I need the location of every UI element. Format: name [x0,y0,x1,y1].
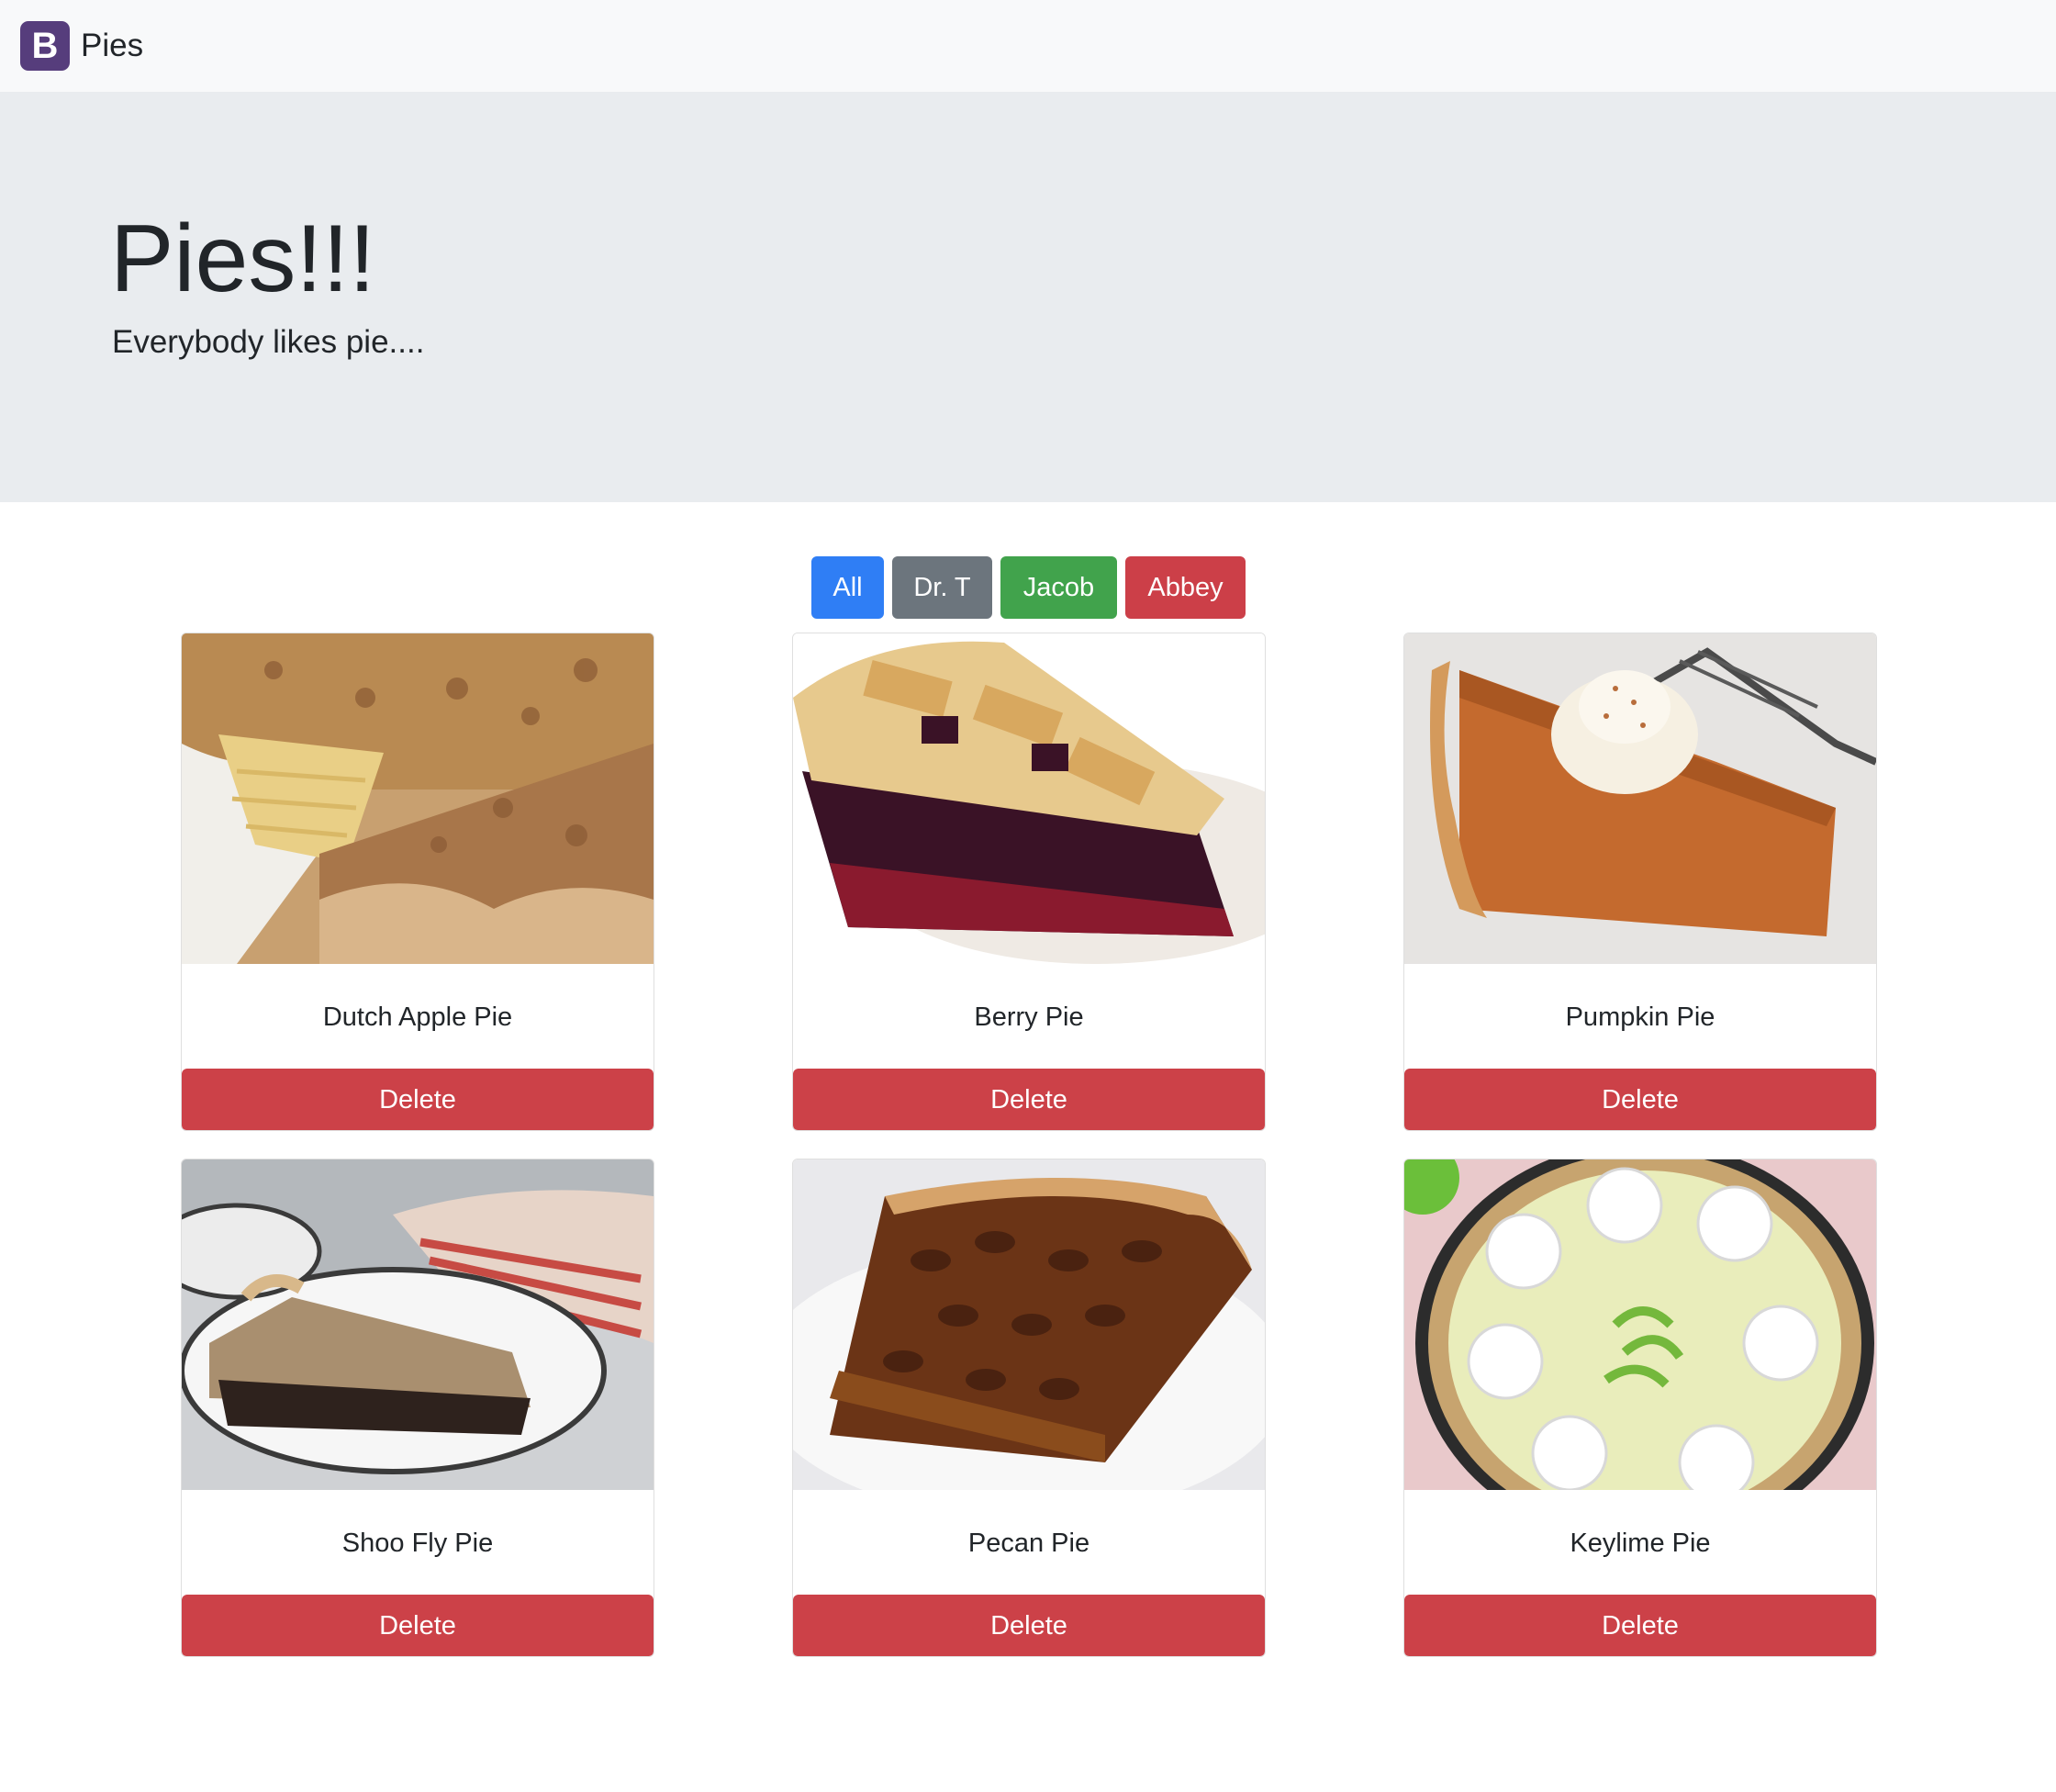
pie-card: Berry Pie Delete [792,633,1266,1131]
filter-abbey-button[interactable]: Abbey [1125,556,1246,619]
delete-button[interactable]: Delete [182,1069,654,1130]
hero-banner: Pies!!! Everybody likes pie.... [0,92,2056,502]
pie-name: Pumpkin Pie [1565,1002,1715,1032]
page-subtitle: Everybody likes pie.... [112,324,425,360]
delete-button[interactable]: Delete [1404,1595,1876,1656]
navbar: B Pies [0,0,2056,92]
filter-button-group: All Dr. T Jacob Abbey [811,556,1246,619]
delete-button[interactable]: Delete [793,1595,1265,1656]
pie-name: Berry Pie [974,1002,1084,1032]
delete-button[interactable]: Delete [182,1595,654,1656]
pie-name: Pecan Pie [967,1528,1090,1558]
pie-name: Shoo Fly Pie [341,1528,494,1558]
pie-card: Pumpkin Pie Delete [1403,633,1877,1131]
delete-button[interactable]: Delete [1404,1069,1876,1130]
pie-image [1404,1159,1876,1490]
pie-image [793,1159,1265,1490]
pie-card: Keylime Pie Delete [1403,1159,1877,1657]
pie-image [182,1159,654,1490]
navbar-brand[interactable]: Pies [81,28,143,64]
pie-card: Shoo Fly Pie Delete [181,1159,654,1657]
pie-name: Dutch Apple Pie [322,1002,513,1032]
pie-image [182,633,654,964]
page-title: Pies!!! [110,206,375,312]
pie-card: Dutch Apple Pie Delete [181,633,654,1131]
bootstrap-logo-icon[interactable]: B [20,21,70,71]
pie-image [793,633,1265,964]
pie-card: Pecan Pie Delete [792,1159,1266,1657]
filter-all-button[interactable]: All [811,556,884,619]
delete-button[interactable]: Delete [793,1069,1265,1130]
pie-name: Keylime Pie [1570,1528,1711,1558]
pie-image [1404,633,1876,964]
filter-dr-t-button[interactable]: Dr. T [892,556,992,619]
filter-jacob-button[interactable]: Jacob [1000,556,1117,619]
